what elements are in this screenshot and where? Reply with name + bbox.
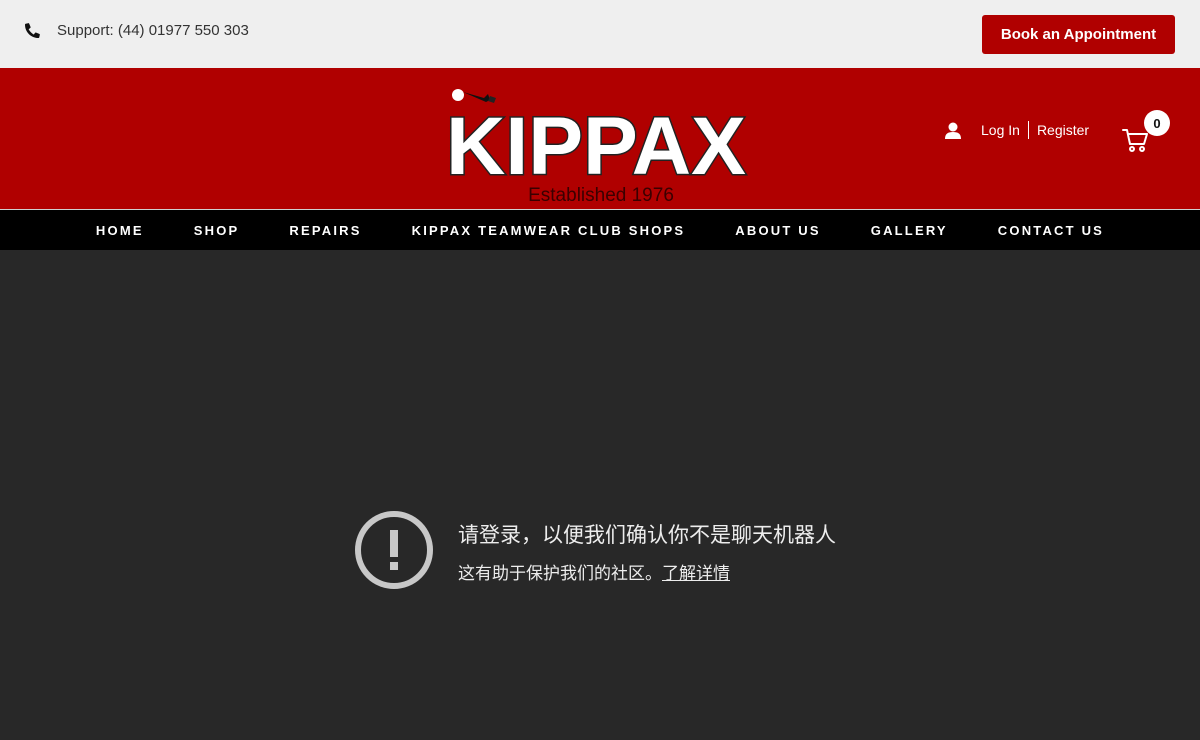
nav-club-shops[interactable]: KIPPAX TEAMWEAR CLUB SHOPS <box>387 223 711 238</box>
logo-tagline: Established 1976 <box>528 185 674 206</box>
nav-shop[interactable]: SHOP <box>169 223 265 238</box>
login-link[interactable]: Log In <box>981 122 1020 138</box>
user-icon <box>945 122 961 139</box>
learn-more-link[interactable]: 了解详情 <box>662 564 730 584</box>
nav-contact-us[interactable]: CONTACT US <box>973 223 1129 238</box>
kippax-logo[interactable]: KIPPAX Established 1976 <box>446 84 756 208</box>
nav-home[interactable]: HOME <box>71 223 169 238</box>
logo-wordmark: KIPPAX <box>446 101 746 192</box>
nav-gallery[interactable]: GALLERY <box>846 223 973 238</box>
nav-about-us[interactable]: ABOUT US <box>710 223 846 238</box>
support-info: Support: (44) 01977 550 303 <box>25 22 249 39</box>
support-phone-text: Support: (44) 01977 550 303 <box>57 22 249 39</box>
account-divider <box>1027 121 1029 139</box>
main-navigation: HOME SHOP REPAIRS KIPPAX TEAMWEAR CLUB S… <box>0 209 1200 250</box>
notice-subtitle: 这有助于保护我们的社区。了解详情 <box>458 559 836 584</box>
notice-subtitle-text: 这有助于保护我们的社区。 <box>458 564 662 584</box>
cart-icon <box>1122 129 1148 152</box>
phone-icon <box>25 23 40 38</box>
account-links: Log In Register <box>945 121 1089 139</box>
login-required-notice: 请登录，以便我们确认你不是聊天机器人 这有助于保护我们的社区。了解详情 <box>354 510 836 590</box>
notice-text: 请登录，以便我们确认你不是聊天机器人 这有助于保护我们的社区。了解详情 <box>458 510 836 584</box>
book-appointment-button[interactable]: Book an Appointment <box>982 15 1175 54</box>
register-link[interactable]: Register <box>1037 122 1089 138</box>
main-content: 请登录，以便我们确认你不是聊天机器人 这有助于保护我们的社区。了解详情 <box>0 250 1200 740</box>
cart-count-badge: 0 <box>1144 110 1170 136</box>
notice-title: 请登录，以便我们确认你不是聊天机器人 <box>458 523 836 547</box>
top-bar: Support: (44) 01977 550 303 Book an Appo… <box>0 0 1200 68</box>
nav-repairs[interactable]: REPAIRS <box>264 223 386 238</box>
site-header: KIPPAX Established 1976 Log In Register … <box>0 68 1200 209</box>
exclamation-circle-icon <box>355 511 433 589</box>
cart-button[interactable]: 0 <box>1120 108 1172 158</box>
